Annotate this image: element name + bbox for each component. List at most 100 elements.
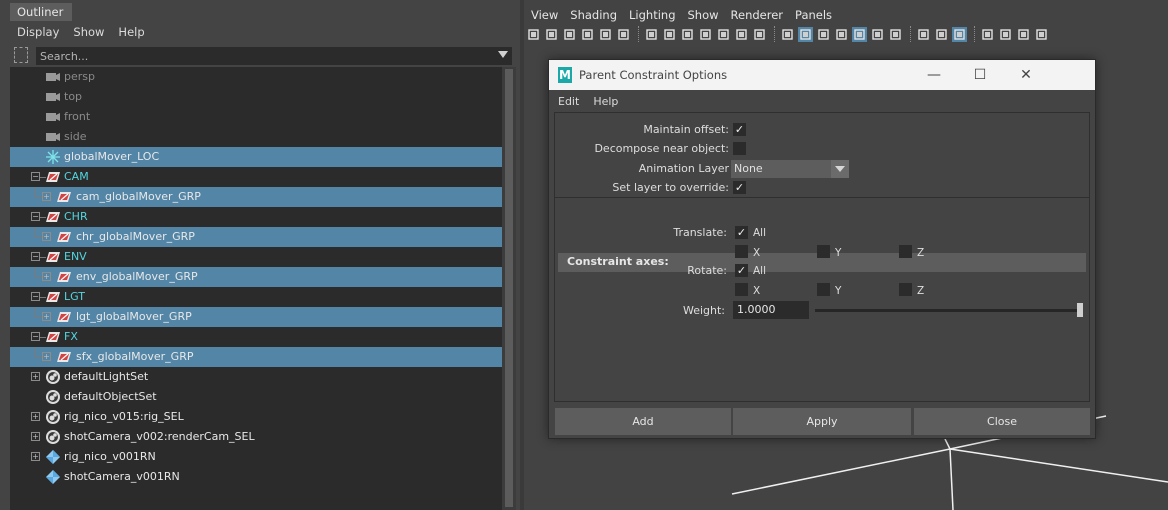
- weight-field[interactable]: 1.0000: [733, 301, 809, 319]
- outliner-item[interactable]: − FX: [10, 327, 502, 347]
- outliner-item[interactable]: + lgt_globalMover_GRP: [10, 307, 502, 327]
- screen-space-ao-icon[interactable]: [916, 27, 931, 42]
- outliner-item-label: rig_nico_v015:rig_SEL: [64, 410, 184, 423]
- search-dropdown-arrow-icon[interactable]: [498, 51, 508, 58]
- outliner-item[interactable]: front: [10, 107, 502, 127]
- default-material-icon[interactable]: [816, 27, 831, 42]
- outliner-item[interactable]: + env_globalMover_GRP: [10, 267, 502, 287]
- collapse-icon[interactable]: −: [31, 252, 40, 261]
- menu-renderer[interactable]: Renderer: [731, 8, 784, 22]
- outliner-item[interactable]: shotCamera_v001RN: [10, 467, 502, 487]
- smooth-shade-icon[interactable]: [798, 26, 813, 42]
- anti-aliasing-icon[interactable]: [952, 26, 967, 42]
- bookmark-icon[interactable]: [562, 27, 577, 42]
- search-input[interactable]: [36, 47, 512, 65]
- safe-title-icon[interactable]: [752, 27, 767, 42]
- menu-panels[interactable]: Panels: [795, 8, 832, 22]
- scrollbar-thumb[interactable]: [505, 69, 513, 507]
- menu-lighting[interactable]: Lighting: [629, 8, 675, 22]
- expand-icon[interactable]: +: [42, 232, 51, 241]
- isolate-select-icon[interactable]: [980, 27, 995, 42]
- translate-y-checkbox[interactable]: [817, 245, 830, 258]
- outliner-item[interactable]: − CAM: [10, 167, 502, 187]
- rotate-y-checkbox[interactable]: [817, 283, 830, 296]
- outliner-item[interactable]: persp: [10, 67, 502, 87]
- collapse-icon[interactable]: −: [31, 212, 40, 221]
- shadows-icon[interactable]: [888, 27, 903, 42]
- expand-icon[interactable]: +: [42, 312, 51, 321]
- xray-joints-icon[interactable]: [1016, 27, 1031, 42]
- decompose-checkbox[interactable]: [733, 142, 746, 155]
- minimize-button[interactable]: —: [911, 60, 957, 90]
- menu-show[interactable]: Show: [688, 8, 719, 22]
- image-plane-icon[interactable]: [580, 27, 595, 42]
- outliner-item[interactable]: + shotCamera_v002:renderCam_SEL: [10, 427, 502, 447]
- expand-icon[interactable]: +: [42, 352, 51, 361]
- outliner-item[interactable]: − CHR: [10, 207, 502, 227]
- translate-all-checkbox[interactable]: ✓: [735, 226, 748, 239]
- expand-icon[interactable]: +: [31, 412, 40, 421]
- use-all-lights-icon[interactable]: [870, 27, 885, 42]
- add-button[interactable]: Add: [555, 408, 731, 435]
- field-chart-icon[interactable]: [716, 27, 731, 42]
- outliner-tab[interactable]: Outliner: [10, 3, 72, 21]
- outliner-item[interactable]: + sfx_globalMover_GRP: [10, 347, 502, 367]
- camera-select-icon[interactable]: [526, 27, 541, 42]
- xray-icon[interactable]: [998, 27, 1013, 42]
- outliner-item[interactable]: top: [10, 87, 502, 107]
- motion-blur-icon[interactable]: [934, 27, 949, 42]
- 2d-pan-zoom-icon[interactable]: [598, 27, 613, 42]
- wireframe-on-shaded-icon[interactable]: [834, 27, 849, 42]
- outliner-item[interactable]: globalMover_LOC: [10, 147, 502, 167]
- textured-icon[interactable]: [852, 26, 867, 42]
- resolution-gate-icon[interactable]: [680, 27, 695, 42]
- translate-x-checkbox[interactable]: [735, 245, 748, 258]
- outliner-item[interactable]: + rig_nico_v015:rig_SEL: [10, 407, 502, 427]
- close-button[interactable]: Close: [914, 408, 1090, 435]
- apply-button[interactable]: Apply: [733, 408, 911, 435]
- menu-help[interactable]: Help: [593, 95, 618, 108]
- weight-slider-handle[interactable]: [1077, 303, 1083, 317]
- outliner-scrollbar[interactable]: [502, 67, 516, 510]
- outliner-item[interactable]: defaultObjectSet: [10, 387, 502, 407]
- camera-attributes-icon[interactable]: [544, 27, 559, 42]
- maximize-button[interactable]: ☐: [957, 60, 1003, 90]
- expand-icon[interactable]: +: [31, 452, 40, 461]
- outliner-item[interactable]: + chr_globalMover_GRP: [10, 227, 502, 247]
- translate-z-checkbox[interactable]: [899, 245, 912, 258]
- menu-help[interactable]: Help: [118, 25, 144, 39]
- expand-icon[interactable]: +: [31, 432, 40, 441]
- set-layer-checkbox[interactable]: ✓: [733, 181, 746, 194]
- collapse-icon[interactable]: −: [31, 332, 40, 341]
- expand-icon[interactable]: +: [42, 272, 51, 281]
- outliner-item[interactable]: − ENV: [10, 247, 502, 267]
- menu-show[interactable]: Show: [73, 25, 104, 39]
- outliner-item[interactable]: + cam_globalMover_GRP: [10, 187, 502, 207]
- wireframe-icon[interactable]: [780, 27, 795, 42]
- menu-display[interactable]: Display: [17, 25, 59, 39]
- outliner-item[interactable]: − LGT: [10, 287, 502, 307]
- menu-shading[interactable]: Shading: [570, 8, 617, 22]
- expand-icon[interactable]: +: [31, 372, 40, 381]
- backface-culling-icon[interactable]: [1034, 27, 1049, 42]
- maintain-offset-checkbox[interactable]: ✓: [733, 123, 746, 136]
- outliner-item[interactable]: + rig_nico_v001RN: [10, 447, 502, 467]
- collapse-icon[interactable]: −: [31, 292, 40, 301]
- rotate-all-checkbox[interactable]: ✓: [735, 264, 748, 277]
- animation-layer-dropdown[interactable]: None: [731, 160, 849, 178]
- weight-slider-track[interactable]: [815, 309, 1083, 312]
- collapse-icon[interactable]: −: [31, 172, 40, 181]
- drag-grip-icon[interactable]: [14, 47, 28, 63]
- menu-edit[interactable]: Edit: [558, 95, 579, 108]
- rotate-z-checkbox[interactable]: [899, 283, 912, 296]
- grid-icon[interactable]: [644, 27, 659, 42]
- grease-pencil-icon[interactable]: [616, 27, 631, 42]
- rotate-x-checkbox[interactable]: [735, 283, 748, 296]
- gate-mask-icon[interactable]: [698, 27, 713, 42]
- outliner-item[interactable]: side: [10, 127, 502, 147]
- menu-view[interactable]: View: [531, 8, 558, 22]
- film-gate-icon[interactable]: [662, 27, 677, 42]
- outliner-item[interactable]: + defaultLightSet: [10, 367, 502, 387]
- expand-icon[interactable]: +: [42, 192, 51, 201]
- safe-action-icon[interactable]: [734, 27, 749, 42]
